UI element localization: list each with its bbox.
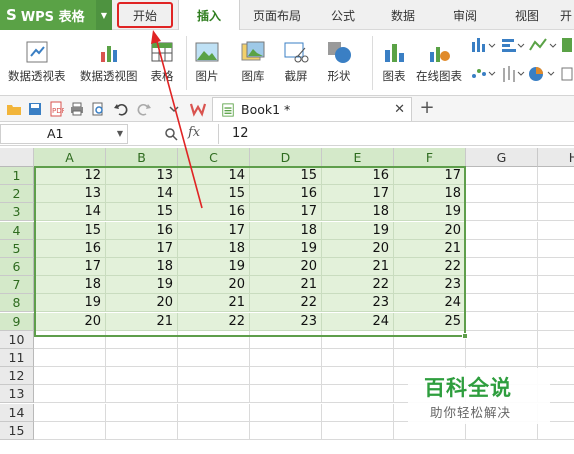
wps-spreadsheet-window: S WPS 表格 ▼ 开始 插入 页面布局 公式 数据 审阅 视图 开 数据透视… bbox=[0, 0, 574, 454]
watermark-title: 百科全说 bbox=[424, 376, 512, 400]
watermark-subtitle: 助你轻松解决 bbox=[430, 405, 512, 420]
watermark: 百科全说 助你轻松解决 bbox=[408, 368, 550, 424]
